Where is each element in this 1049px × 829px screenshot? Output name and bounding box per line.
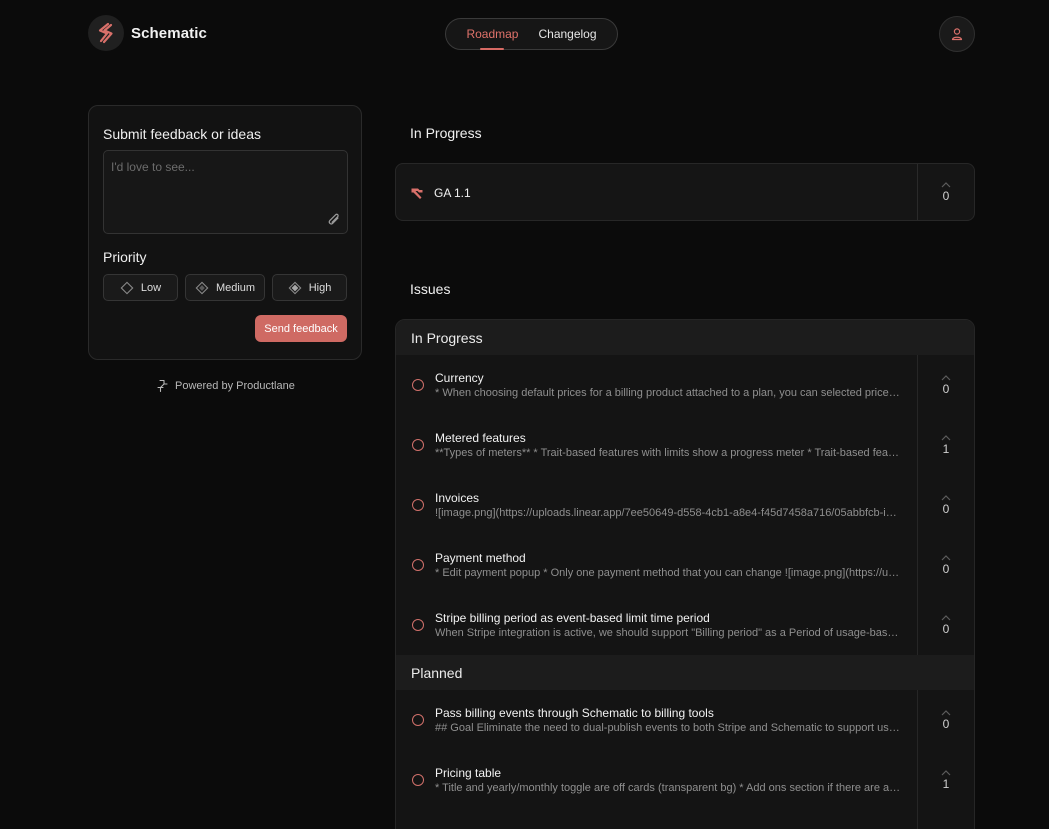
chevron-up-icon xyxy=(941,434,951,440)
roadmap-item-name: GA 1.1 xyxy=(434,186,471,200)
chevron-up-icon xyxy=(941,374,951,380)
roadmap-section-heading: In Progress xyxy=(410,125,482,141)
upvote-button[interactable]: 1 xyxy=(917,415,974,475)
priority-medium-label: Medium xyxy=(215,281,256,294)
brand-name: Schematic xyxy=(131,24,207,42)
status-circle-icon xyxy=(412,379,424,391)
status-circle-icon xyxy=(412,559,424,571)
issue-title: Currency xyxy=(435,371,484,385)
powered-by-link[interactable]: Powered by Productlane xyxy=(155,379,295,393)
issue-description: When Stripe integration is active, we sh… xyxy=(435,627,902,639)
diamond-filled-icon xyxy=(288,281,302,294)
vote-count: 0 xyxy=(942,561,950,576)
issue-description: **Types of meters** * Trait-based featur… xyxy=(435,447,902,459)
priority-high-button[interactable]: High xyxy=(272,274,347,301)
user-icon xyxy=(951,28,963,41)
status-circle-icon xyxy=(412,439,424,451)
upvote-button[interactable]: 0 xyxy=(917,164,974,220)
roadmap-card[interactable]: GA 1.1 0 xyxy=(395,163,975,221)
vote-count: 0 xyxy=(942,501,950,516)
issue-row[interactable]: Payment method * Edit payment popup * On… xyxy=(396,535,974,595)
issue-row[interactable]: Invoices ![image.png](https://uploads.li… xyxy=(396,475,974,535)
priority-low-button[interactable]: Low xyxy=(103,274,178,301)
user-account-button[interactable] xyxy=(939,16,975,52)
issue-row[interactable]: Stripe billing period as event-based lim… xyxy=(396,595,974,655)
group-header-in-progress: In Progress xyxy=(396,320,974,355)
issues-section-heading: Issues xyxy=(410,281,451,297)
upvote-button[interactable]: 0 xyxy=(917,355,974,415)
vote-count: 0 xyxy=(942,716,950,731)
issue-row[interactable]: Pricing table * Title and yearly/monthly… xyxy=(396,750,974,810)
issue-title: Metered features xyxy=(435,431,526,445)
upvote-button[interactable]: 0 xyxy=(917,475,974,535)
vote-count: 0 xyxy=(942,188,950,203)
priority-low-label: Low xyxy=(140,281,162,294)
status-circle-icon xyxy=(412,774,424,786)
main-nav: Roadmap Changelog xyxy=(445,18,618,50)
issue-title: Payment method xyxy=(435,551,526,565)
diamond-outline-icon xyxy=(120,281,134,294)
issue-title: Pricing table xyxy=(435,766,502,780)
vote-count: 0 xyxy=(942,381,950,396)
upvote-button[interactable]: 0 xyxy=(917,690,974,750)
issue-row[interactable] xyxy=(396,810,974,829)
issue-description: * When choosing default prices for a bil… xyxy=(435,387,902,399)
chevron-up-icon xyxy=(941,614,951,620)
vote-count: 1 xyxy=(942,441,950,456)
priority-high-label: High xyxy=(308,281,332,294)
chevron-up-icon xyxy=(941,181,951,187)
brand[interactable]: Schematic xyxy=(88,15,207,51)
powered-by-text: Powered by Productlane xyxy=(175,380,295,392)
issue-title: Pass billing events through Schematic to… xyxy=(435,706,714,720)
issues-list: In Progress Currency * When choosing def… xyxy=(395,319,975,829)
issue-description: * Title and yearly/monthly toggle are of… xyxy=(435,782,902,794)
productlane-logo-icon xyxy=(157,379,168,393)
chevron-up-icon xyxy=(941,494,951,500)
chevron-up-icon xyxy=(941,769,951,775)
vote-count: 1 xyxy=(942,776,950,791)
issue-description: ![image.png](https://uploads.linear.app/… xyxy=(435,507,902,519)
feedback-panel: Submit feedback or ideas I'd love to see… xyxy=(88,105,362,360)
issue-description: * Edit payment popup * Only one payment … xyxy=(435,567,902,579)
diamond-half-icon xyxy=(195,281,209,294)
upvote-button[interactable]: 0 xyxy=(917,595,974,655)
priority-options: Low Medium High xyxy=(103,274,347,301)
upvote-button[interactable]: 0 xyxy=(917,535,974,595)
vote-count: 0 xyxy=(942,621,950,636)
hammer-icon xyxy=(411,188,423,199)
status-circle-icon xyxy=(412,714,424,726)
issue-row[interactable]: Metered features **Types of meters** * T… xyxy=(396,415,974,475)
paperclip-icon[interactable] xyxy=(325,211,341,227)
tab-roadmap[interactable]: Roadmap xyxy=(466,19,518,50)
upvote-button[interactable]: 1 xyxy=(917,750,974,810)
issue-description: ## Goal Eliminate the need to dual-publi… xyxy=(435,722,902,734)
priority-medium-button[interactable]: Medium xyxy=(185,274,265,301)
issue-row[interactable]: Currency * When choosing default prices … xyxy=(396,355,974,415)
feedback-title: Submit feedback or ideas xyxy=(103,126,261,142)
issue-row[interactable]: Pass billing events through Schematic to… xyxy=(396,690,974,750)
schematic-logo-icon xyxy=(88,15,124,51)
status-circle-icon xyxy=(412,619,424,631)
send-feedback-button[interactable]: Send feedback xyxy=(255,315,347,342)
chevron-up-icon xyxy=(941,709,951,715)
chevron-up-icon xyxy=(941,554,951,560)
priority-label: Priority xyxy=(103,249,147,265)
issue-title: Invoices xyxy=(435,491,480,505)
status-circle-icon xyxy=(412,499,424,511)
group-header-planned: Planned xyxy=(396,655,974,690)
upvote-button[interactable] xyxy=(917,810,974,829)
issue-title: Stripe billing period as event-based lim… xyxy=(435,611,710,625)
feedback-input[interactable]: I'd love to see... xyxy=(103,150,348,234)
feedback-placeholder: I'd love to see... xyxy=(111,160,195,174)
tab-changelog[interactable]: Changelog xyxy=(538,19,596,49)
